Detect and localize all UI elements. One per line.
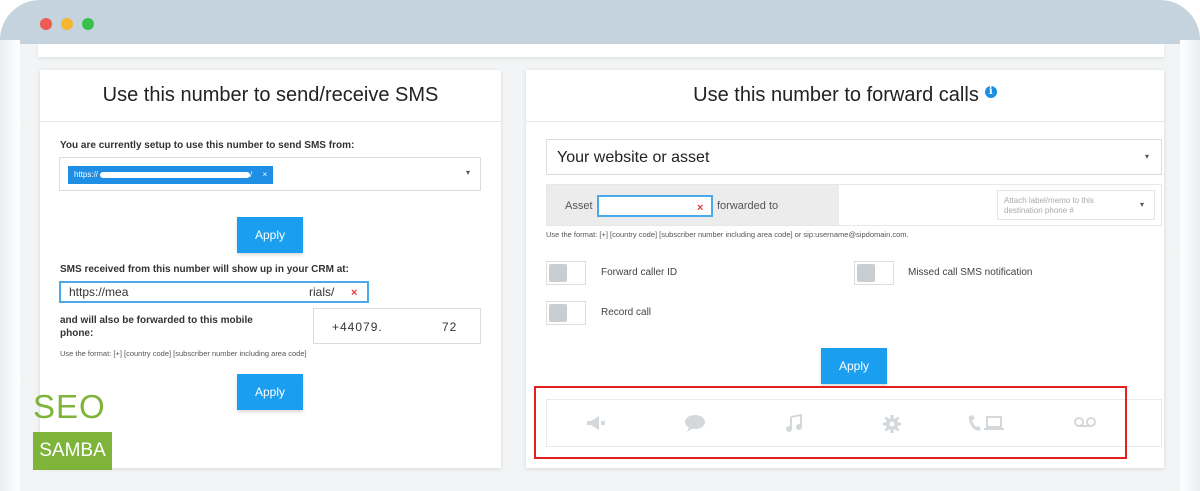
redacted-url [100,171,251,178]
sms-setup-label: You are currently setup to use this numb… [60,140,355,151]
chevron-down-icon[interactable]: ▾ [1140,200,1144,209]
window-frame-left [0,40,20,491]
toggle-knob [549,264,567,282]
sms-panel-title: Use this number to send/receive SMS [40,70,501,122]
asset-phone-input[interactable]: × [597,195,713,217]
phone-start: +44079. [332,320,383,334]
memo-placeholder: Attach label/memo to this destination ph… [1004,196,1094,216]
chevron-down-icon[interactable]: ▾ [1145,152,1149,161]
calls-panel-title-text: Use this number to forward calls [693,84,979,106]
record-call-label: Record call [601,307,652,318]
toggle-knob [857,264,875,282]
memo-select[interactable]: Attach label/memo to this destination ph… [997,190,1155,220]
forward-phone-input[interactable]: +44079. 72 [313,308,481,344]
crm-url-start: https://mea [69,285,129,299]
forward-caller-id-toggle[interactable] [546,261,586,285]
sms-sender-tag: https:// / × [68,166,274,184]
asset-label: Asset [565,200,593,212]
sms-sender-tag-prefix: https:// [74,170,99,179]
sms-format-hint: Use the format: [+] [country code] [subs… [60,349,307,358]
minimize-window-button[interactable] [61,18,73,30]
info-icon[interactable]: i [984,85,997,98]
close-window-button[interactable] [40,18,52,30]
forward-phone-label: and will also be forwarded to this mobil… [60,314,280,340]
asset-select[interactable]: Your website or asset ▾ [546,139,1162,175]
highlight-box [534,386,1127,459]
calls-panel-title: Use this number to forward calls i [526,70,1164,122]
sms-apply-button-2[interactable]: Apply [237,374,303,410]
toggle-knob [549,304,567,322]
forwarded-to-label: forwarded to [717,200,779,212]
calls-apply-button[interactable]: Apply [821,348,887,384]
crm-label: SMS received from this number will show … [60,264,349,275]
forward-caller-id-label: Forward caller ID [601,267,678,278]
chevron-down-icon[interactable]: ▾ [466,168,470,177]
remove-tag-icon[interactable]: × [262,170,267,179]
sms-apply-button[interactable]: Apply [237,217,303,253]
crm-url-end: rials/ [309,285,335,299]
seo-samba-logo-seo: SEO [33,388,106,425]
crm-url-input[interactable]: https://mea rials/ × [59,281,369,303]
window-frame-right [1180,40,1200,491]
maximize-window-button[interactable] [82,18,94,30]
sms-sender-select[interactable]: https:// / × ▾ [59,157,481,191]
calls-format-hint: Use the format: [+] [country code] [subs… [546,230,909,239]
clear-crm-url-icon[interactable]: × [351,284,357,302]
clear-asset-icon[interactable]: × [697,199,703,217]
window-title-bar [0,0,1200,44]
forward-phone-label-line1: and will also be forwarded to this mobil… [60,315,253,326]
missed-call-sms-label: Missed call SMS notification [908,267,1033,278]
memo-placeholder-line2: destination phone # [1004,206,1074,215]
forward-phone-label-line2: phone: [60,328,94,339]
phone-end: 72 [442,320,458,334]
top-panel-strip [38,44,1164,57]
sms-sender-tag-suffix: / [250,170,253,179]
memo-placeholder-line1: Attach label/memo to this [1004,196,1094,205]
missed-call-sms-toggle[interactable] [854,261,894,285]
seo-samba-logo-samba: SAMBA [33,432,112,470]
asset-forward-row: Asset × forwarded to Attach label/memo t… [546,184,1162,226]
record-call-toggle[interactable] [546,301,586,325]
asset-select-value: Your website or asset [557,149,710,166]
